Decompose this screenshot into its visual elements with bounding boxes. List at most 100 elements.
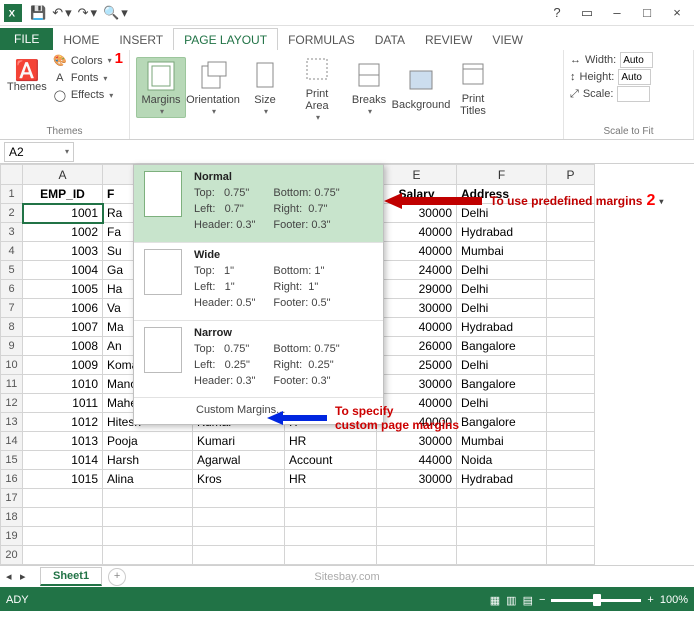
scale-height-row[interactable]: ↕Height:: [570, 69, 687, 85]
cell[interactable]: Hydrabad: [457, 318, 547, 337]
cell[interactable]: Noida: [457, 451, 547, 470]
cell[interactable]: [103, 527, 193, 546]
cell[interactable]: 1011: [23, 394, 103, 413]
cell[interactable]: Bangalore: [457, 413, 547, 432]
row-header[interactable]: 3: [1, 223, 23, 242]
cell[interactable]: [103, 508, 193, 527]
cell[interactable]: HR: [285, 470, 377, 489]
name-box[interactable]: A2▾: [4, 142, 74, 162]
cell[interactable]: 1015: [23, 470, 103, 489]
background-button[interactable]: Background: [396, 63, 446, 111]
size-button[interactable]: Size▾: [240, 58, 290, 117]
cell[interactable]: [547, 527, 595, 546]
cell[interactable]: 29000: [377, 280, 457, 299]
cell[interactable]: [193, 508, 285, 527]
margins-button[interactable]: Margins▾: [136, 57, 186, 118]
qat-undo-icon[interactable]: ↶▾: [52, 5, 71, 21]
cell[interactable]: 30000: [377, 470, 457, 489]
cell[interactable]: 40000: [377, 223, 457, 242]
row-header[interactable]: 13: [1, 413, 23, 432]
cell[interactable]: [285, 508, 377, 527]
row-header[interactable]: 9: [1, 337, 23, 356]
ribbon-collapse-icon[interactable]: ▭: [574, 3, 600, 23]
cell[interactable]: [377, 508, 457, 527]
cell[interactable]: [547, 242, 595, 261]
row-header[interactable]: 17: [1, 489, 23, 508]
cell[interactable]: Delhi: [457, 394, 547, 413]
cell[interactable]: 1013: [23, 432, 103, 451]
cell[interactable]: 1012: [23, 413, 103, 432]
cell[interactable]: EMP_ID: [23, 185, 103, 204]
cell[interactable]: 40000: [377, 318, 457, 337]
row-header[interactable]: 8: [1, 318, 23, 337]
scale-scale-row[interactable]: ⤢Scale:: [570, 86, 687, 102]
cell[interactable]: Bangalore: [457, 337, 547, 356]
cell[interactable]: [103, 489, 193, 508]
tab-file[interactable]: FILE: [0, 28, 53, 50]
cell[interactable]: 30000: [377, 299, 457, 318]
cell[interactable]: Kumari: [193, 432, 285, 451]
scale-value-input[interactable]: [617, 86, 650, 102]
cell[interactable]: Account: [285, 451, 377, 470]
cell[interactable]: 30000: [377, 432, 457, 451]
cell[interactable]: [547, 394, 595, 413]
cell[interactable]: 24000: [377, 261, 457, 280]
cell[interactable]: HR: [285, 432, 377, 451]
cell[interactable]: 1005: [23, 280, 103, 299]
cell[interactable]: [547, 451, 595, 470]
row-header[interactable]: 10: [1, 356, 23, 375]
row-header[interactable]: 11: [1, 375, 23, 394]
cell[interactable]: [547, 470, 595, 489]
cell[interactable]: 1014: [23, 451, 103, 470]
cell[interactable]: [23, 489, 103, 508]
view-page-icon[interactable]: ▥: [506, 594, 516, 607]
cell[interactable]: [377, 527, 457, 546]
cell[interactable]: [547, 280, 595, 299]
cell[interactable]: [23, 508, 103, 527]
print-titles-button[interactable]: Print Titles: [448, 57, 498, 117]
scale-width-row[interactable]: ↔Width:: [570, 52, 687, 68]
cell[interactable]: [547, 223, 595, 242]
row-header[interactable]: 5: [1, 261, 23, 280]
tab-page-layout[interactable]: PAGE LAYOUT: [173, 28, 278, 50]
cell[interactable]: Bangalore: [457, 375, 547, 394]
cell[interactable]: [23, 527, 103, 546]
cell[interactable]: 40000: [377, 242, 457, 261]
cell[interactable]: [377, 546, 457, 565]
cell[interactable]: 1004: [23, 261, 103, 280]
themes-button[interactable]: 🅰️ Themes: [6, 61, 48, 93]
tab-insert[interactable]: INSERT: [109, 29, 173, 50]
cell[interactable]: Mumbai: [457, 432, 547, 451]
qat-save-icon[interactable]: 💾: [30, 5, 46, 21]
cell[interactable]: Harsh: [103, 451, 193, 470]
tab-formulas[interactable]: FORMULAS: [278, 29, 365, 50]
cell[interactable]: [457, 546, 547, 565]
select-all-triangle[interactable]: [1, 165, 23, 185]
cell[interactable]: [377, 489, 457, 508]
qat-touch-icon[interactable]: 🔍▾: [103, 5, 128, 21]
cell[interactable]: Agarwal: [193, 451, 285, 470]
cell[interactable]: [547, 356, 595, 375]
help-icon[interactable]: ?: [544, 3, 570, 23]
cell[interactable]: [547, 508, 595, 527]
view-break-icon[interactable]: ▤: [523, 594, 533, 607]
cell[interactable]: Delhi: [457, 261, 547, 280]
cell[interactable]: 44000: [377, 451, 457, 470]
cell[interactable]: 1010: [23, 375, 103, 394]
row-header[interactable]: 7: [1, 299, 23, 318]
zoom-slider[interactable]: [551, 599, 641, 602]
cell[interactable]: [193, 546, 285, 565]
tab-home[interactable]: HOME: [53, 29, 109, 50]
row-header[interactable]: 6: [1, 280, 23, 299]
sheet-nav-prev-icon[interactable]: ◂: [6, 570, 12, 583]
cell[interactable]: 1002: [23, 223, 103, 242]
print-area-button[interactable]: Print Area▾: [292, 52, 342, 123]
row-header[interactable]: 2: [1, 204, 23, 223]
cell[interactable]: [457, 489, 547, 508]
sheet-tab-sheet1[interactable]: Sheet1: [40, 567, 102, 586]
cell[interactable]: 1006: [23, 299, 103, 318]
cell[interactable]: [457, 527, 547, 546]
cell[interactable]: Mumbai: [457, 242, 547, 261]
cell[interactable]: Alina: [103, 470, 193, 489]
cell[interactable]: Kros: [193, 470, 285, 489]
